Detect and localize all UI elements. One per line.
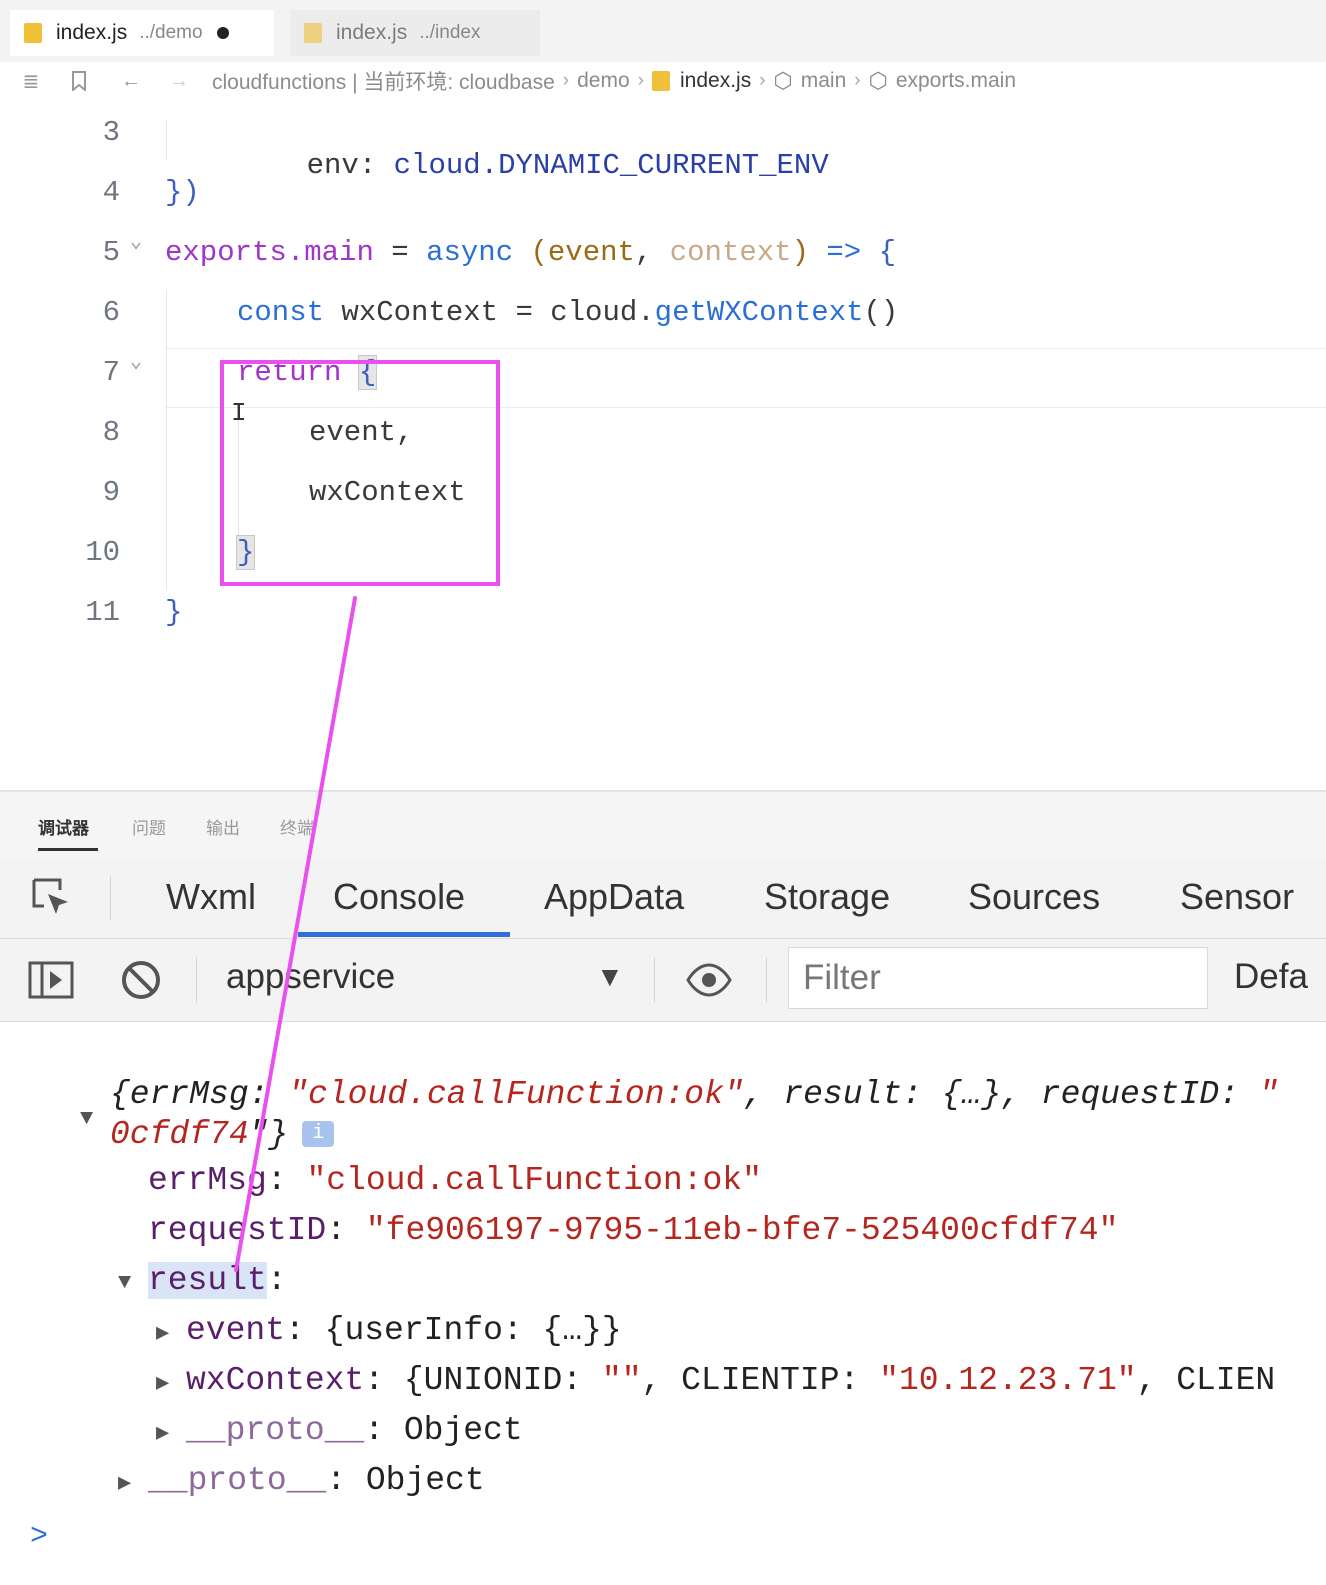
console-toolbar: appservice ▼ Filter Defa	[0, 939, 1326, 1022]
back-arrow-icon[interactable]: ←	[118, 68, 144, 94]
prop-result[interactable]: result:	[148, 1262, 287, 1299]
code-line-3: env: cloud.DYNAMIC_CURRENT_ENV	[306, 149, 829, 182]
tab-index-js-index[interactable]: index.js ../index	[290, 10, 540, 56]
collapse-triangle-icon[interactable]: ▶	[156, 1420, 169, 1446]
js-file-icon	[24, 23, 42, 43]
dropdown-caret-icon[interactable]: ▼	[596, 961, 624, 993]
line-number: 6	[102, 296, 120, 329]
code-line-6: const wxContext = cloud.getWXContext()	[237, 296, 899, 329]
prop-proto-inner[interactable]: __proto__: Object	[186, 1412, 523, 1449]
prop-wxcontext[interactable]: wxContext: {UNIONID: "", CLIENTIP: "10.1…	[186, 1362, 1275, 1399]
code-line-8: event,	[309, 416, 414, 449]
line-number: 9	[102, 476, 120, 509]
tab-sensor[interactable]: Sensor	[1180, 876, 1294, 918]
inspect-element-icon[interactable]	[30, 876, 74, 920]
breadcrumb-folder[interactable]: demo	[577, 69, 630, 93]
tab-output[interactable]: 输出	[206, 814, 240, 839]
tab-debugger[interactable]: 调试器	[38, 814, 89, 839]
indent-guide	[238, 406, 239, 556]
context-select[interactable]: appservice	[226, 957, 395, 997]
unsaved-dot-icon	[216, 27, 229, 39]
panel-tab-bar: 调试器 问题 输出 终端	[0, 792, 1326, 858]
breadcrumb-root[interactable]: cloudfunctions | 当前环境: cloudbase	[212, 66, 555, 96]
tab-terminal[interactable]: 终端	[280, 814, 314, 839]
line-number: 7	[102, 356, 120, 389]
prop-proto-outer[interactable]: __proto__: Object	[148, 1462, 485, 1499]
collapse-triangle-icon[interactable]: ▶	[156, 1320, 169, 1346]
bookmark-icon[interactable]	[66, 68, 92, 94]
line-number: 5	[102, 236, 120, 269]
expand-triangle-icon[interactable]: ▼	[118, 1270, 131, 1295]
tab-index-js-demo[interactable]: index.js ../demo	[10, 10, 274, 56]
breadcrumb-symbol-exports-main[interactable]: exports.main	[896, 69, 1016, 93]
chevron-right-icon: ›	[637, 70, 644, 91]
tab-label: index.js	[56, 21, 128, 44]
code-line-9: wxContext	[309, 476, 466, 509]
clear-console-icon[interactable]	[118, 957, 164, 1003]
devtools-tab-bar: Wxml Console AppData Storage Sources Sen…	[0, 858, 1326, 939]
collapse-triangle-icon[interactable]: ▶	[118, 1470, 131, 1496]
indent-guide	[166, 120, 167, 160]
active-tab-underline	[298, 932, 510, 937]
tab-path: ../index	[419, 22, 481, 43]
tab-label: index.js	[336, 21, 408, 44]
tab-appdata[interactable]: AppData	[544, 876, 684, 918]
prop-requestid: requestID: "fe906197-9795-11eb-bfe7-5254…	[148, 1212, 1119, 1249]
code-editor[interactable]: 3 4 5 6 7 8 9 10 11 ⌄ ⌄ env: cloud.DYNAM…	[0, 100, 1326, 790]
symbol-cube-icon: ⬡	[773, 68, 793, 93]
tab-path: ../demo	[139, 22, 203, 43]
expand-triangle-icon[interactable]: ▼	[80, 1106, 93, 1131]
collapse-triangle-icon[interactable]: ▶	[156, 1370, 169, 1396]
editor-tab-bar: index.js ../demo index.js ../index	[0, 0, 1326, 62]
console-prompt[interactable]: >	[30, 1520, 48, 1554]
line-number: 11	[85, 596, 120, 629]
breadcrumb-symbol-main[interactable]: main	[801, 69, 847, 93]
symbol-cube-icon: ⬡	[868, 68, 888, 93]
js-file-icon	[304, 23, 322, 43]
toolbar-separator	[110, 876, 111, 920]
tab-sources[interactable]: Sources	[968, 876, 1100, 918]
code-line-5: exports.main = async (event, context) =>…	[165, 236, 896, 269]
chevron-right-icon: ›	[759, 70, 766, 91]
toolbar-separator	[196, 957, 197, 1003]
live-expression-eye-icon[interactable]	[686, 957, 732, 1003]
forward-arrow-icon[interactable]: →	[166, 68, 192, 94]
toolbar-separator	[654, 957, 655, 1003]
chevron-right-icon: ›	[854, 70, 861, 91]
text-cursor-icon: I	[231, 398, 247, 428]
tab-storage[interactable]: Storage	[764, 876, 890, 918]
list-icon[interactable]: ≣	[18, 68, 44, 94]
code-line-10: }	[235, 535, 256, 570]
log-levels-select[interactable]: Defa	[1234, 957, 1308, 997]
info-icon[interactable]: i	[302, 1121, 335, 1148]
chevron-right-icon: ›	[562, 70, 570, 91]
breadcrumb: ≣ ← → cloudfunctions | 当前环境: cloudbase ›…	[0, 62, 1326, 100]
toolbar-separator	[766, 957, 767, 1003]
line-number: 8	[102, 416, 120, 449]
tab-wxml[interactable]: Wxml	[166, 876, 256, 918]
prop-event[interactable]: event: {userInfo: {…}}	[186, 1312, 622, 1349]
tab-problems[interactable]: 问题	[132, 814, 166, 839]
log-summary-line-wrap: 0cfdf74"} i	[110, 1116, 335, 1153]
prop-errmsg: errMsg: "cloud.callFunction:ok"	[148, 1162, 762, 1199]
show-sidebar-icon[interactable]	[28, 957, 74, 1003]
fold-chevron-icon[interactable]: ⌄	[130, 348, 142, 374]
filter-input[interactable]: Filter	[788, 947, 1208, 1009]
console-output: ▼ {errMsg: "cloud.callFunction:ok", resu…	[0, 1022, 1326, 1585]
fold-chevron-icon[interactable]: ⌄	[130, 228, 142, 254]
code-line-7: return {	[237, 355, 378, 390]
line-number: 10	[85, 536, 120, 569]
js-file-icon	[651, 71, 670, 91]
code-line-4: })	[165, 176, 200, 209]
breadcrumb-file[interactable]: index.js	[680, 69, 751, 93]
tab-console[interactable]: Console	[333, 876, 465, 918]
active-tab-underline	[38, 848, 98, 851]
line-number: 4	[102, 176, 120, 209]
code-line-11: }	[165, 596, 183, 629]
line-number: 3	[102, 116, 120, 149]
indent-guide	[166, 290, 167, 590]
log-summary-line[interactable]: {errMsg: "cloud.callFunction:ok", result…	[110, 1076, 1278, 1113]
